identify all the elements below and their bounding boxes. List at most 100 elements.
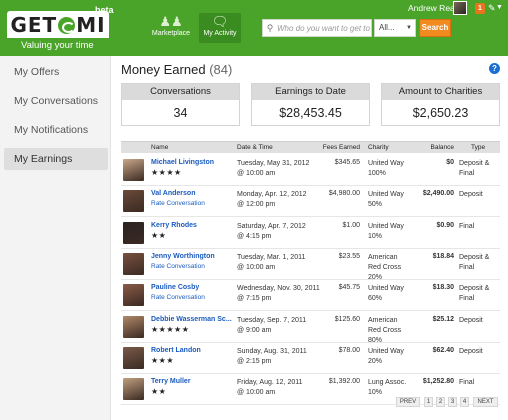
column-header-balance[interactable]: Balance: [431, 144, 455, 151]
avatar[interactable]: [123, 159, 144, 181]
date-time: Tuesday, Sep. 7, 2011 @ 9:00 am: [237, 316, 307, 334]
stat-value: 34: [173, 106, 188, 120]
balance: $0.90: [436, 221, 454, 229]
transaction-type: Deposit: [459, 191, 483, 199]
contact-name-link[interactable]: Michael Livingston: [151, 159, 214, 166]
contact-name-link[interactable]: Jenny Worthington: [151, 253, 215, 260]
stat-conversations: Conversations 34: [121, 83, 240, 126]
date-time: Sunday, Aug. 31, 2011 @ 2:15 pm: [237, 347, 307, 365]
date-time: Wednesday, Nov. 30, 2011 @ 7:15 pm: [237, 285, 320, 303]
rate-conversation-link[interactable]: Rate Conversation: [151, 294, 205, 301]
date-time: Monday, Apr. 12, 2012 @ 12:00 pm: [237, 191, 307, 209]
avatar[interactable]: [123, 315, 144, 338]
contact-name-link[interactable]: Pauline Cosby: [151, 284, 199, 291]
table-row[interactable]: Jenny Worthington Rate Conversation Tuesda…: [121, 249, 500, 281]
avatar[interactable]: [123, 190, 144, 213]
date-time: Saturday, Apr. 7, 2012 @ 4:15 pm: [237, 222, 306, 240]
search-icon: ⚲: [266, 22, 274, 33]
search-input[interactable]: [277, 23, 371, 33]
fees-earned: $1,392.00: [328, 378, 360, 386]
transaction-type: Final: [459, 379, 475, 387]
sidebar: My Offers My Conversations My Notificati…: [0, 56, 111, 420]
fees-earned: $23.55: [338, 252, 360, 260]
contact-name-link[interactable]: Val Anderson: [151, 190, 195, 197]
chat-bubbles-icon: 🗨: [211, 14, 229, 29]
pagination-page-2[interactable]: 2: [436, 397, 445, 407]
balance: $1,252.80: [422, 378, 454, 386]
avatar[interactable]: [123, 284, 144, 307]
transaction-type: Deposit & Final: [459, 253, 490, 271]
rate-conversation-link[interactable]: Rate Conversation: [151, 263, 205, 270]
fees-earned: $1.00: [342, 221, 360, 229]
pagination-page-1[interactable]: 1: [424, 397, 433, 407]
column-header-charity[interactable]: Charity: [368, 144, 389, 151]
rate-conversation-link[interactable]: Rate Conversation: [151, 200, 205, 207]
column-header-name[interactable]: Name: [151, 144, 168, 151]
charity: United Way 10%: [368, 222, 404, 240]
table-row[interactable]: Kerry Rhodes ★★ Saturday, Apr. 7, 2012 @ 4:…: [121, 218, 500, 249]
pagination-page-3[interactable]: 3: [448, 397, 457, 407]
stat-label: Earnings to Date: [252, 84, 369, 100]
pagination-prev[interactable]: PREV: [396, 397, 420, 407]
logo-mark: GET MI: [7, 11, 109, 38]
sidebar-item-my-conversations[interactable]: My Conversations: [0, 90, 111, 112]
pagination-page-4[interactable]: 4: [460, 397, 469, 407]
contact-name-link[interactable]: Robert Landon: [151, 347, 201, 354]
balance: $25.12: [432, 315, 454, 323]
stat-value: $28,453.45: [279, 106, 342, 120]
people-icon: ♟♟: [159, 14, 183, 29]
transaction-type: Final: [459, 222, 475, 230]
table-row[interactable]: Robert Landon ★★★ Sunday, Aug. 31, 2011 @ 2…: [121, 343, 500, 374]
page-title: Money Earned (84): [121, 62, 232, 77]
charity: American Red Cross 80%: [368, 316, 402, 344]
transaction-type: Deposit & Final: [459, 285, 490, 303]
search-button[interactable]: Search: [419, 19, 451, 37]
table-row[interactable]: Val Anderson Rate Conversation Monday, Apr…: [121, 186, 500, 218]
balance: $62.40: [432, 346, 454, 354]
user-name[interactable]: Andrew Rea: [408, 3, 455, 13]
sidebar-item-my-offers[interactable]: My Offers: [0, 61, 111, 83]
column-header-fees[interactable]: Fees Earned: [323, 144, 360, 151]
table-row[interactable]: Pauline Cosby Rate Conversation Wednesday,…: [121, 280, 500, 312]
table-row[interactable]: Michael Livingston ★★★★ Tuesday, May 31, 2…: [121, 155, 500, 186]
balance: $2,490.00: [422, 190, 454, 198]
beta-label: beta: [95, 5, 114, 15]
pagination-next[interactable]: NEXT: [473, 397, 498, 407]
column-header-type[interactable]: Type: [471, 144, 485, 151]
stat-earnings-to-date: Earnings to Date $28,453.45: [251, 83, 370, 126]
contact-name-link[interactable]: Debbie Wasserman Sc...: [151, 316, 232, 323]
charity: United Way 100%: [368, 160, 404, 177]
account-menu-chevron-icon[interactable]: ▼: [496, 4, 503, 11]
table-header: Name Date & Time Fees Earned Charity Bal…: [121, 141, 500, 153]
help-icon[interactable]: ?: [489, 63, 500, 74]
rating-stars: ★★: [151, 230, 167, 240]
nav-marketplace-label: Marketplace: [151, 30, 191, 37]
avatar[interactable]: [453, 1, 467, 15]
charity: United Way 60%: [368, 285, 404, 303]
avatar[interactable]: [123, 346, 144, 369]
avatar[interactable]: [123, 221, 144, 244]
avatar[interactable]: [123, 252, 144, 275]
nav-my-activity[interactable]: 🗨 My Activity: [199, 13, 241, 43]
nav-marketplace[interactable]: ♟♟ Marketplace: [149, 14, 193, 44]
stat-value: $2,650.23: [412, 106, 469, 120]
date-time: Friday, Aug. 12, 2011 @ 10:00 am: [237, 379, 303, 397]
logo-o-icon: [58, 16, 76, 34]
stat-amount-to-charities: Amount to Charities $2,650.23: [381, 83, 500, 126]
charity: American Red Cross 20%: [368, 253, 402, 281]
table-row[interactable]: Debbie Wasserman Sc... ★★★★★ Tuesday, Sep.…: [121, 312, 500, 344]
fees-earned: $45.75: [338, 284, 360, 292]
sidebar-item-my-notifications[interactable]: My Notifications: [0, 119, 111, 141]
avatar[interactable]: [123, 378, 144, 401]
category-select[interactable]: All... ▼: [374, 19, 416, 37]
balance: $0: [446, 159, 454, 166]
column-header-date[interactable]: Date & Time: [237, 144, 273, 151]
sidebar-item-my-earnings[interactable]: My Earnings: [4, 148, 108, 170]
logo[interactable]: GET MI Valuing your time: [7, 11, 109, 51]
rating-stars: ★★★: [151, 355, 175, 365]
contact-name-link[interactable]: Terry Muller: [151, 378, 191, 385]
notification-badge[interactable]: 1: [475, 3, 485, 14]
contact-name-link[interactable]: Kerry Rhodes: [151, 222, 197, 229]
messages-icon[interactable]: ✎: [488, 3, 496, 14]
chevron-down-icon: ▼: [406, 25, 412, 31]
